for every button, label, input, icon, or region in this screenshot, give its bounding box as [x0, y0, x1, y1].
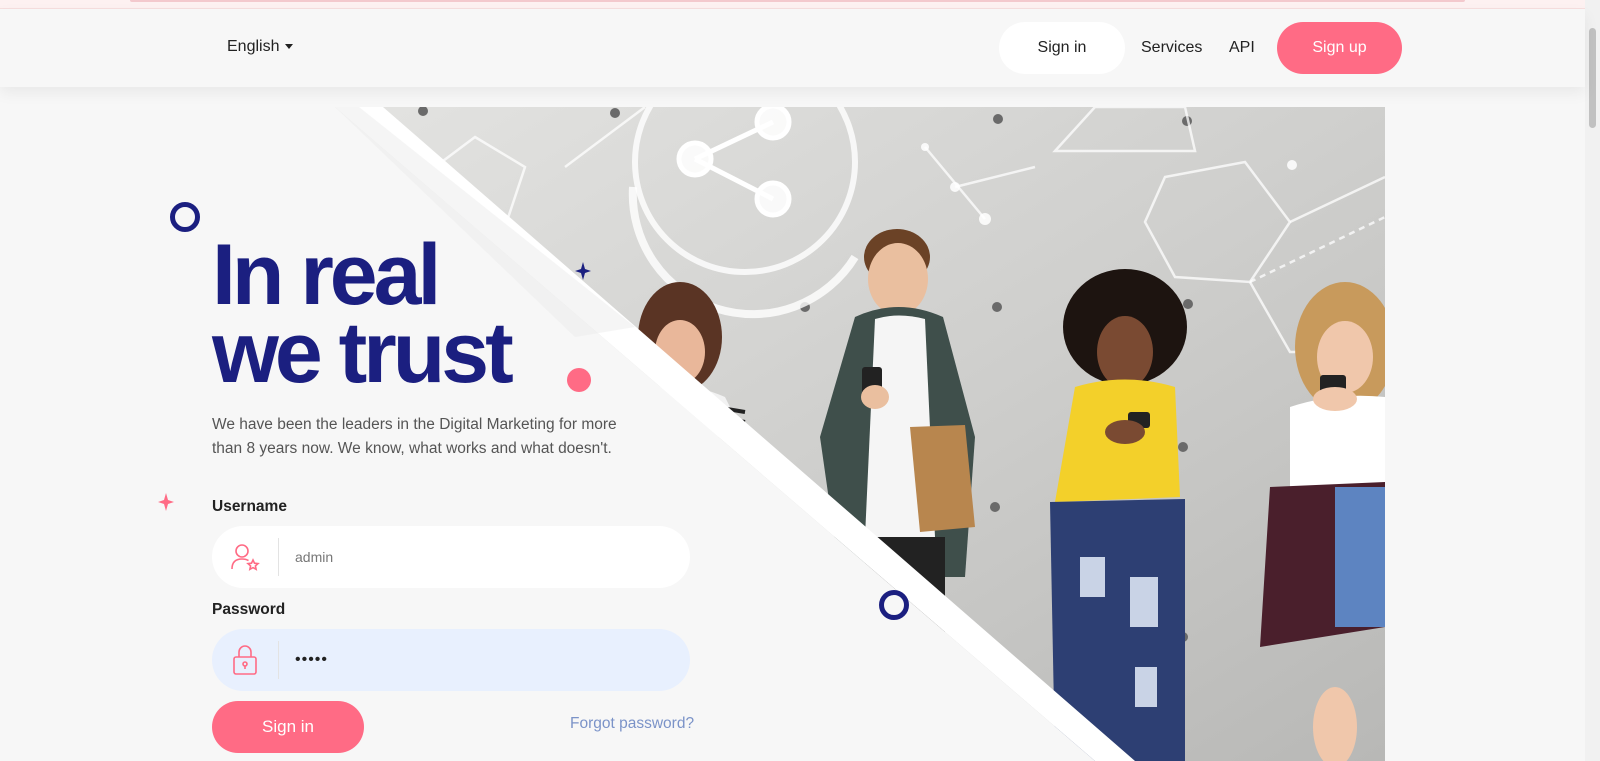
signin-button[interactable]: Sign in	[212, 701, 364, 753]
language-dropdown[interactable]: English	[227, 38, 294, 56]
username-label: Username	[212, 498, 287, 515]
nav-api-link[interactable]: API	[1229, 39, 1255, 57]
chevron-down-icon	[285, 44, 294, 50]
page-title: In real we trust	[212, 232, 514, 396]
password-label: Password	[212, 601, 286, 618]
forgot-password-link[interactable]: Forgot password?	[570, 715, 694, 733]
sparkle-decoration	[575, 262, 591, 280]
password-field-wrapper	[212, 629, 690, 691]
ring-decoration	[879, 590, 909, 620]
sparkle-decoration	[158, 493, 174, 511]
nav-signup-button[interactable]: Sign up	[1277, 22, 1402, 74]
lock-icon	[212, 629, 278, 691]
navbar: English Sign in Services API Sign up	[0, 9, 1585, 87]
nav-signin-button[interactable]: Sign in	[999, 22, 1125, 74]
headline-dot	[567, 368, 591, 392]
language-label: English	[227, 38, 280, 55]
headline-line-2: we trust	[212, 305, 514, 401]
page-scrollbar[interactable]	[1585, 0, 1600, 761]
ring-decoration	[170, 202, 200, 232]
user-icon	[212, 526, 278, 588]
nav-services-link[interactable]: Services	[1141, 39, 1202, 57]
username-input[interactable]	[279, 536, 677, 578]
username-field-wrapper	[212, 526, 690, 588]
hero-description: We have been the leaders in the Digital …	[212, 416, 617, 457]
password-input[interactable]	[279, 639, 677, 681]
top-accent-strip	[0, 0, 1600, 9]
scrollbar-thumb[interactable]	[1589, 28, 1596, 128]
